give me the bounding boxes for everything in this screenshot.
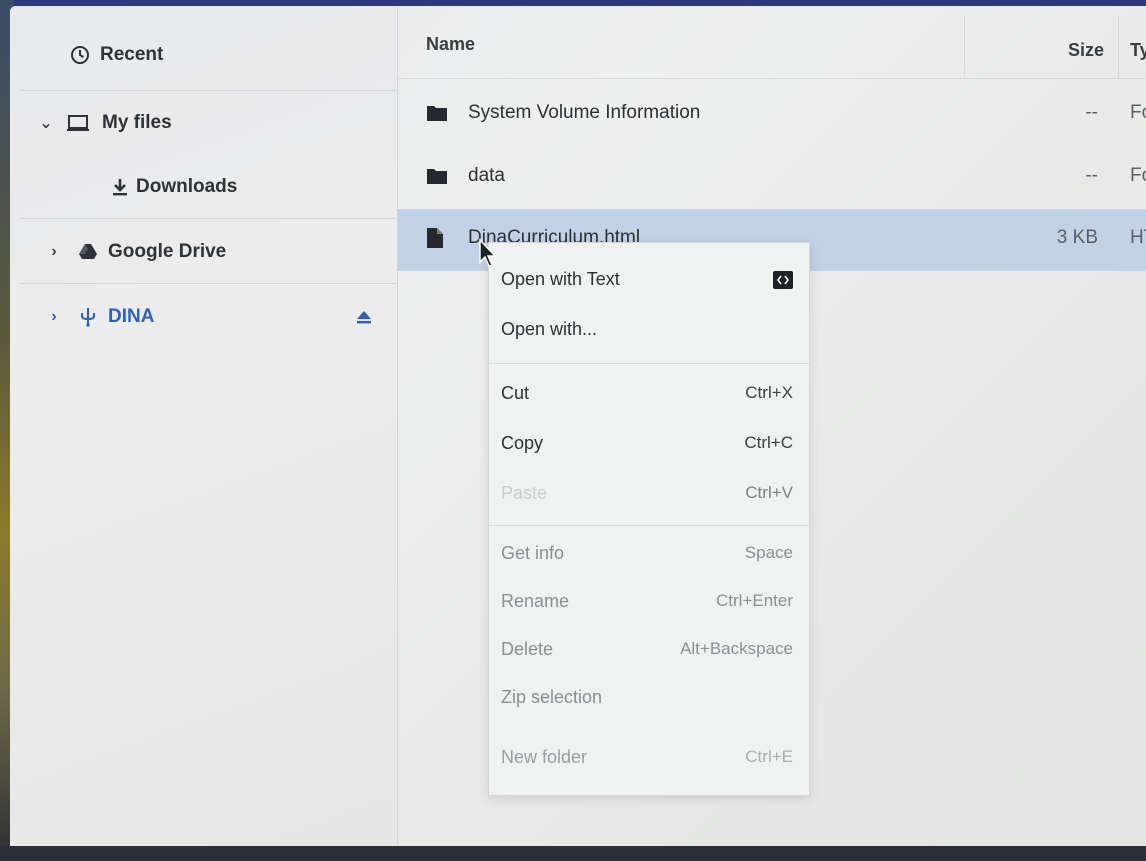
- sidebar-item-google-drive[interactable]: › Google Drive: [10, 227, 397, 277]
- column-header-name[interactable]: Name: [426, 34, 475, 55]
- menu-item-shortcut: Ctrl+V: [745, 483, 793, 502]
- sidebar-item-recent[interactable]: Recent: [10, 30, 397, 80]
- sidebar-divider: [20, 283, 397, 284]
- menu-item-copy[interactable]: Copy Ctrl+C: [489, 421, 809, 467]
- file-icon: [426, 227, 444, 255]
- menu-item-rename[interactable]: Rename Ctrl+Enter: [489, 579, 809, 625]
- mouse-pointer-icon: [478, 238, 498, 273]
- folder-icon: [426, 167, 448, 191]
- sidebar-divider: [20, 90, 397, 91]
- column-header-type[interactable]: Ty: [1130, 40, 1146, 61]
- menu-item-label: Open with...: [501, 319, 598, 339]
- sidebar-item-my-files[interactable]: ⌄ My files: [10, 98, 397, 148]
- column-divider[interactable]: [1118, 16, 1119, 78]
- column-divider[interactable]: [964, 16, 965, 78]
- context-menu: Open with Text Open with... Cut Ctrl+X C…: [488, 242, 810, 796]
- menu-divider: [489, 363, 809, 364]
- menu-item-get-info[interactable]: Get info Space: [489, 531, 809, 577]
- menu-item-zip-selection[interactable]: Zip selection: [489, 675, 809, 721]
- eject-icon[interactable]: [352, 305, 376, 329]
- menu-item-shortcut: Alt+Backspace: [680, 639, 793, 658]
- sidebar-item-dina[interactable]: › DINA: [10, 292, 397, 342]
- menu-item-new-folder: New folder Ctrl+E: [489, 735, 809, 781]
- text-app-icon: [773, 271, 793, 289]
- menu-item-open-with-text[interactable]: Open with Text: [489, 257, 809, 303]
- file-row[interactable]: System Volume Information -- Fo: [398, 84, 1146, 146]
- menu-item-label: Get info: [501, 543, 565, 563]
- menu-item-label: Delete: [501, 639, 554, 659]
- screen-bezel-bottom: [0, 846, 1146, 861]
- menu-item-label: Zip selection: [501, 687, 603, 707]
- menu-item-label: Rename: [501, 591, 570, 611]
- file-type: Fo: [1130, 102, 1146, 123]
- sidebar: Recent ⌄ My files Downloads › Google Dri…: [10, 6, 398, 848]
- menu-item-shortcut: Space: [744, 543, 793, 562]
- file-type: HT: [1130, 227, 1146, 248]
- file-size: --: [1085, 102, 1098, 123]
- sidebar-divider: [20, 218, 397, 219]
- file-size: 3 KB: [1056, 227, 1098, 248]
- file-size: --: [1085, 165, 1098, 186]
- chevron-down-icon[interactable]: ⌄: [36, 113, 56, 133]
- sidebar-item-downloads[interactable]: Downloads: [10, 162, 397, 212]
- usb-icon: [76, 305, 100, 329]
- menu-item-label: Paste: [501, 483, 548, 503]
- chevron-right-icon[interactable]: ›: [44, 243, 64, 261]
- menu-item-shortcut: Ctrl+E: [745, 747, 793, 766]
- menu-item-shortcut: Ctrl+C: [744, 433, 793, 452]
- menu-item-cut[interactable]: Cut Ctrl+X: [489, 371, 809, 417]
- file-name: data: [468, 165, 505, 186]
- menu-item-label: Cut: [501, 383, 530, 403]
- menu-item-label: New folder: [501, 747, 588, 767]
- menu-item-paste: Paste Ctrl+V: [489, 471, 809, 517]
- sidebar-item-label: Recent: [100, 44, 164, 65]
- menu-item-delete[interactable]: Delete Alt+Backspace: [489, 627, 809, 673]
- column-header-size[interactable]: Size: [1068, 40, 1104, 61]
- file-list-header: Name Size Ty: [398, 6, 1146, 79]
- menu-item-shortcut: Ctrl+X: [745, 383, 793, 402]
- sidebar-item-label: Downloads: [136, 176, 238, 197]
- folder-icon: [426, 104, 448, 128]
- file-row[interactable]: data -- Fo: [398, 147, 1146, 209]
- menu-item-open-with[interactable]: Open with...: [489, 307, 809, 353]
- menu-item-label: Copy: [501, 433, 544, 453]
- sidebar-item-label: DINA: [108, 306, 155, 327]
- google-drive-icon: [76, 240, 100, 264]
- sidebar-item-label: My files: [102, 112, 172, 133]
- menu-item-shortcut: Ctrl+Enter: [716, 591, 793, 610]
- laptop-icon: [66, 111, 90, 135]
- file-name: System Volume Information: [468, 102, 701, 123]
- clock-icon: [68, 43, 92, 67]
- sidebar-item-label: Google Drive: [108, 241, 227, 262]
- chevron-right-icon[interactable]: ›: [44, 308, 64, 326]
- download-icon: [108, 175, 132, 199]
- menu-item-label: Open with Text: [501, 269, 620, 289]
- menu-divider: [489, 525, 809, 526]
- file-type: Fo: [1130, 165, 1146, 186]
